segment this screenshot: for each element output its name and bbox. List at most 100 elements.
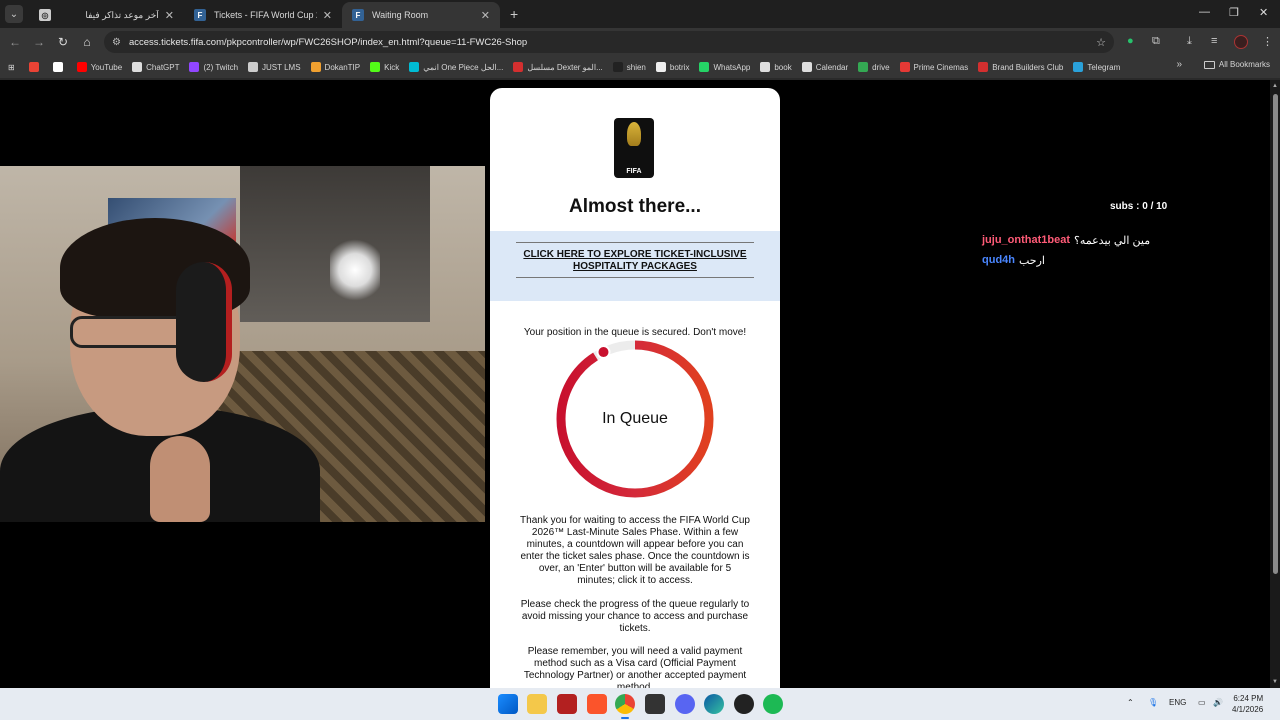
back-icon[interactable]: ← <box>3 35 27 49</box>
bookmark-label: Telegram <box>1087 62 1121 72</box>
bookmark-label: Prime Cinemas <box>913 62 969 72</box>
brave-icon[interactable] <box>587 694 607 714</box>
bookmark-item[interactable]: book <box>760 62 792 72</box>
bookmark-item[interactable]: shien <box>612 62 646 72</box>
bookmark-favicon-icon <box>699 62 710 72</box>
clock[interactable]: 6:24 PM 4/1/2026 <box>1232 693 1263 715</box>
bookmark-item[interactable]: Kick <box>370 62 399 72</box>
download-icon[interactable]: ⤓ <box>1187 35 1192 48</box>
bookmark-item[interactable] <box>28 62 43 72</box>
language-indicator[interactable]: ENG <box>1169 698 1186 707</box>
bookmark-item[interactable]: YouTube <box>76 62 123 72</box>
bookmark-favicon-icon <box>132 62 143 72</box>
bookmark-item[interactable]: botrix <box>655 62 689 72</box>
media-icon[interactable]: ≡ <box>1211 35 1217 47</box>
window-close-icon[interactable]: ✕ <box>1259 6 1268 19</box>
bookmark-item[interactable]: drive <box>858 62 890 72</box>
globe-icon: ◎ <box>39 9 51 21</box>
all-bookmarks[interactable]: All Bookmarks <box>1203 60 1270 69</box>
extension-g-icon[interactable]: ● <box>1127 35 1134 47</box>
bookmark-item[interactable]: ChatGPT <box>132 62 179 72</box>
bookmark-label: JUST LMS <box>262 62 301 72</box>
tab-search-button[interactable]: ⌄ <box>5 5 23 23</box>
stream-app-icon[interactable] <box>557 694 577 714</box>
queue-status: In Queue <box>602 410 668 427</box>
minimize-icon[interactable]: — <box>1199 6 1210 18</box>
clock-time: 6:24 PM <box>1233 694 1264 703</box>
bookmark-label: WhatsApp <box>713 62 751 72</box>
close-icon[interactable]: ✕ <box>323 9 332 22</box>
chat-username: juju_onthat1beat <box>982 234 1071 246</box>
file-explorer-icon[interactable] <box>527 694 547 714</box>
edge-icon[interactable] <box>704 694 724 714</box>
chat-message: qud4h ارحب <box>982 254 1150 267</box>
volume-icon[interactable]: 🔊 <box>1213 698 1223 707</box>
network-icon[interactable]: ▭ <box>1198 698 1206 707</box>
more-bookmarks-icon[interactable]: » <box>1176 59 1182 70</box>
home-icon[interactable]: ⌂ <box>75 35 99 49</box>
apps-icon[interactable]: ⊞ <box>8 63 15 72</box>
bookmark-item[interactable]: مسلسل Dexter المو... <box>513 62 603 72</box>
chrome-icon[interactable] <box>615 694 635 714</box>
bookmark-favicon-icon <box>310 62 321 72</box>
bookmark-favicon-icon <box>370 62 381 72</box>
bookmark-item[interactable] <box>52 62 67 72</box>
bookmark-item[interactable]: Telegram <box>1073 62 1120 72</box>
site-info-icon[interactable]: ⚙ <box>112 37 121 48</box>
new-tab-button[interactable]: + <box>510 6 518 22</box>
reload-icon[interactable]: ↻ <box>51 35 75 49</box>
windows-start-icon[interactable] <box>498 694 518 714</box>
menu-icon[interactable]: ⋮ <box>1262 35 1273 48</box>
bookmark-favicon-icon <box>1073 62 1084 72</box>
bookmark-item[interactable]: WhatsApp <box>699 62 750 72</box>
tray-overflow-icon[interactable]: ⌃ <box>1127 698 1134 707</box>
bookmark-item[interactable]: (2) Twitch <box>189 62 238 72</box>
chat-message: juju_onthat1beat مين الي بيدعمه؟ <box>982 234 1150 247</box>
address-bar[interactable]: ⚙ access.tickets.fifa.com/pkpcontroller/… <box>104 31 1114 53</box>
tab-1[interactable]: ◎ آخر موعد تذاكر فيفا ✕ <box>29 2 184 28</box>
chat-text: مين الي بيدعمه؟ <box>1074 235 1151 247</box>
tab-2[interactable]: F Tickets - FIFA World Cup 2026™ ✕ <box>184 2 342 28</box>
scrollbar-thumb[interactable] <box>1273 94 1278 574</box>
discord-icon[interactable] <box>675 694 695 714</box>
hospitality-link[interactable]: CLICK HERE TO EXPLORE TICKET-INCLUSIVE H… <box>510 249 760 273</box>
calendar-app-icon[interactable] <box>645 694 665 714</box>
scroll-down-icon[interactable]: ▼ <box>1272 679 1278 685</box>
microphone-icon[interactable]: 🎙 <box>1148 698 1158 707</box>
bookmark-item[interactable]: انمي One Piece الحل... <box>409 62 503 72</box>
obs-icon[interactable] <box>734 694 754 714</box>
bookmark-label: مسلسل Dexter المو... <box>527 62 603 72</box>
webcam-overlay <box>0 166 485 522</box>
scroll-up-icon[interactable]: ▲ <box>1272 83 1278 89</box>
subs-counter: subs : 0 / 10 <box>1110 201 1168 212</box>
tab-strip: ⌄ ◎ آخر موعد تذاكر فيفا ✕ F Tickets - FI… <box>0 0 1280 28</box>
page-scrollbar[interactable]: ▲ ▼ <box>1270 80 1280 688</box>
divider <box>516 277 754 278</box>
bookmark-star-icon[interactable]: ☆ <box>1096 36 1106 49</box>
bookmark-favicon-icon <box>28 62 39 72</box>
bookmark-item[interactable]: JUST LMS <box>248 62 301 72</box>
clock-date: 4/1/2026 <box>1232 705 1264 714</box>
hospitality-banner: CLICK HERE TO EXPLORE TICKET-INCLUSIVE H… <box>490 231 780 301</box>
fifa-icon: F <box>352 9 364 21</box>
tab-title: Tickets - FIFA World Cup 2026™ <box>214 10 317 20</box>
bookmark-item[interactable]: Prime Cinemas <box>899 62 969 72</box>
close-icon[interactable]: ✕ <box>481 9 490 22</box>
extensions-icon[interactable]: ⧉ <box>1152 35 1160 48</box>
chat-username: qud4h <box>982 254 1015 266</box>
spotify-icon[interactable] <box>763 694 783 714</box>
divider <box>516 242 754 243</box>
bookmark-label: YouTube <box>90 62 123 72</box>
queue-card: FIFA Almost there... CLICK HERE TO EXPLO… <box>490 88 780 688</box>
bookmark-item[interactable]: DokanTIP <box>310 62 360 72</box>
tab-3-active[interactable]: F Waiting Room ✕ <box>342 2 500 28</box>
taskbar: ⌃ 🎙 ENG ▭ 🔊 6:24 PM 4/1/2026 <box>0 688 1280 720</box>
profile-avatar[interactable] <box>1234 35 1248 49</box>
bookmark-item[interactable]: Brand Builders Club <box>978 62 1063 72</box>
tab-title: Waiting Room <box>372 10 429 20</box>
bookmark-item[interactable]: Calendar <box>801 62 848 72</box>
forward-icon[interactable]: → <box>27 35 51 49</box>
close-icon[interactable]: ✕ <box>165 9 174 22</box>
restore-icon[interactable]: ❐ <box>1229 6 1239 19</box>
url-text: access.tickets.fifa.com/pkpcontroller/wp… <box>128 36 528 48</box>
